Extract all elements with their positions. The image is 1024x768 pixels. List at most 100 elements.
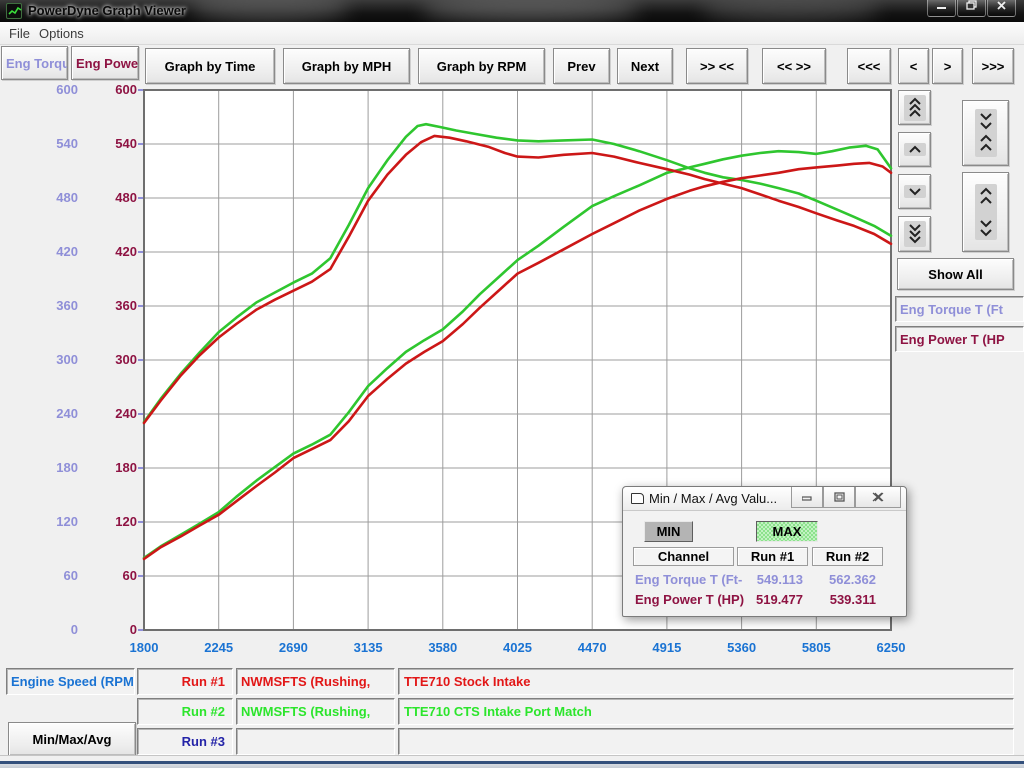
y-tick-torque-600: 600	[18, 81, 78, 99]
run2-name: NWMSFTS (Rushing,	[241, 704, 370, 719]
window-bottom-border	[0, 755, 1024, 768]
y-tick-power-540: 540	[77, 135, 137, 153]
minmax-window-controls	[791, 487, 901, 508]
max-button[interactable]: MAX	[756, 521, 818, 542]
compress-x-button[interactable]: >> <<	[686, 48, 748, 84]
menu-options[interactable]: Options	[39, 26, 84, 41]
x-tick-4915: 4915	[636, 640, 698, 656]
graph-by-mph-button[interactable]: Graph by MPH	[283, 48, 410, 84]
show-all-label: Show All	[928, 267, 982, 282]
power-axis-button[interactable]: Eng Power T (HP)	[71, 46, 139, 80]
min-button[interactable]: MIN	[644, 521, 693, 542]
minmax-avg-button[interactable]: Min/Max/Avg	[8, 722, 136, 756]
minmax-title-bar[interactable]: Min / Max / Avg Valu...	[623, 487, 906, 511]
power-axis-label: Eng Power T (HP)	[76, 56, 139, 71]
scroll-up-button[interactable]	[898, 132, 931, 167]
x-tick-4470: 4470	[561, 640, 623, 656]
pan-right-button[interactable]: >	[932, 48, 963, 84]
run3-label-box: Run #3	[137, 728, 233, 755]
glass-reflection	[190, 0, 350, 22]
down-down-up-up-chevron-icon	[975, 109, 997, 157]
run1-desc-field[interactable]: TTE710 Stock Intake	[398, 668, 1014, 695]
run3-desc-field[interactable]	[398, 728, 1014, 755]
app-icon	[6, 3, 22, 19]
prev-button[interactable]: Prev	[553, 48, 610, 84]
minmax-row-torque-channel: Eng Torque T (Ft-	[635, 571, 745, 588]
header-channel-label: Channel	[658, 549, 709, 564]
y-tick-torque-180: 180	[18, 459, 78, 477]
up-chevron-icon	[904, 143, 926, 156]
run1-name-field[interactable]: NWMSFTS (Rushing,	[236, 668, 395, 695]
run2-label: Run #2	[182, 704, 225, 719]
run3-name-field[interactable]	[236, 728, 395, 755]
minmax-minimize-icon[interactable]	[791, 487, 823, 508]
pan-far-left-button[interactable]: <<<	[847, 48, 891, 84]
expand-x-button[interactable]: << >>	[762, 48, 826, 84]
x-tick-3135: 3135	[337, 640, 399, 656]
maximize-icon[interactable]	[957, 0, 986, 17]
y-tick-power-420: 420	[77, 243, 137, 261]
minmax-window-title: Min / Max / Avg Valu...	[649, 491, 777, 506]
minmax-row-power-channel: Eng Power T (HP)	[635, 591, 745, 608]
down-chevron-icon	[904, 185, 926, 198]
x-channel-box[interactable]: Engine Speed (RPM)	[6, 668, 135, 695]
minmax-row-power-run2: 539.311	[812, 591, 876, 608]
compress-y-button[interactable]	[962, 100, 1009, 166]
x-channel-label: Engine Speed (RPM)	[11, 674, 135, 689]
run1-name: NWMSFTS (Rushing,	[241, 674, 370, 689]
x-tick-2245: 2245	[188, 640, 250, 656]
y-tick-torque-480: 480	[18, 189, 78, 207]
menu-file[interactable]: File	[9, 26, 30, 41]
minmax-close-icon[interactable]	[855, 487, 901, 508]
x-tick-6250: 6250	[860, 640, 922, 656]
scroll-top-button[interactable]	[898, 90, 931, 125]
y-tick-torque-60: 60	[18, 567, 78, 585]
x-tick-5360: 5360	[711, 640, 773, 656]
next-button[interactable]: Next	[617, 48, 673, 84]
minmax-header-run1[interactable]: Run #1	[737, 547, 808, 566]
pan-left-button[interactable]: <	[898, 48, 929, 84]
y-tick-power-0: 0	[77, 621, 137, 639]
minmax-maximize-icon[interactable]	[823, 487, 855, 508]
x-tick-5805: 5805	[785, 640, 847, 656]
run2-desc-field[interactable]: TTE710 CTS Intake Port Match	[398, 698, 1014, 725]
y-tick-power-120: 120	[77, 513, 137, 531]
channel-box-power[interactable]: Eng Power T (HP	[895, 326, 1024, 352]
max-button-label: MAX	[773, 524, 802, 539]
minmax-row-torque-run2: 562.362	[812, 571, 876, 588]
run3-label: Run #3	[182, 734, 225, 749]
y-tick-power-360: 360	[77, 297, 137, 315]
scroll-down-button[interactable]	[898, 174, 931, 209]
torque-axis-button[interactable]: Eng Torque T (Ft-	[1, 46, 68, 80]
channel-box-torque[interactable]: Eng Torque T (Ft	[895, 296, 1024, 322]
show-all-button[interactable]: Show All	[897, 258, 1014, 290]
y-tick-torque-420: 420	[18, 243, 78, 261]
minmax-header-run2[interactable]: Run #2	[812, 547, 883, 566]
minimize-icon[interactable]	[927, 0, 956, 17]
expand-y-button[interactable]	[962, 172, 1009, 252]
pan-far-right-button[interactable]: >>>	[972, 48, 1014, 84]
channel-power-label: Eng Power T (HP	[900, 332, 1005, 347]
glass-reflection	[420, 0, 640, 22]
y-tick-power-600: 600	[77, 81, 137, 99]
y-tick-torque-540: 540	[18, 135, 78, 153]
minmax-header-channel[interactable]: Channel	[633, 547, 734, 566]
graph-by-rpm-button[interactable]: Graph by RPM	[418, 48, 545, 84]
y-tick-torque-300: 300	[18, 351, 78, 369]
y-tick-power-240: 240	[77, 405, 137, 423]
run1-label: Run #1	[182, 674, 225, 689]
title-bar[interactable]: PowerDyne Graph Viewer	[0, 0, 1024, 22]
header-run2-label: Run #2	[826, 549, 869, 564]
y-tick-torque-120: 120	[18, 513, 78, 531]
scroll-bottom-button[interactable]	[898, 216, 931, 252]
y-tick-torque-0: 0	[18, 621, 78, 639]
close-icon[interactable]	[987, 0, 1016, 17]
run2-label-box: Run #2	[137, 698, 233, 725]
graph-by-time-button[interactable]: Graph by Time	[145, 48, 275, 84]
run1-desc: TTE710 Stock Intake	[404, 674, 530, 689]
minmax-window-icon	[631, 493, 644, 504]
run2-name-field[interactable]: NWMSFTS (Rushing,	[236, 698, 395, 725]
torque-axis-label: Eng Torque T (Ft-	[6, 56, 68, 71]
y-tick-power-480: 480	[77, 189, 137, 207]
channel-torque-label: Eng Torque T (Ft	[900, 302, 1003, 317]
